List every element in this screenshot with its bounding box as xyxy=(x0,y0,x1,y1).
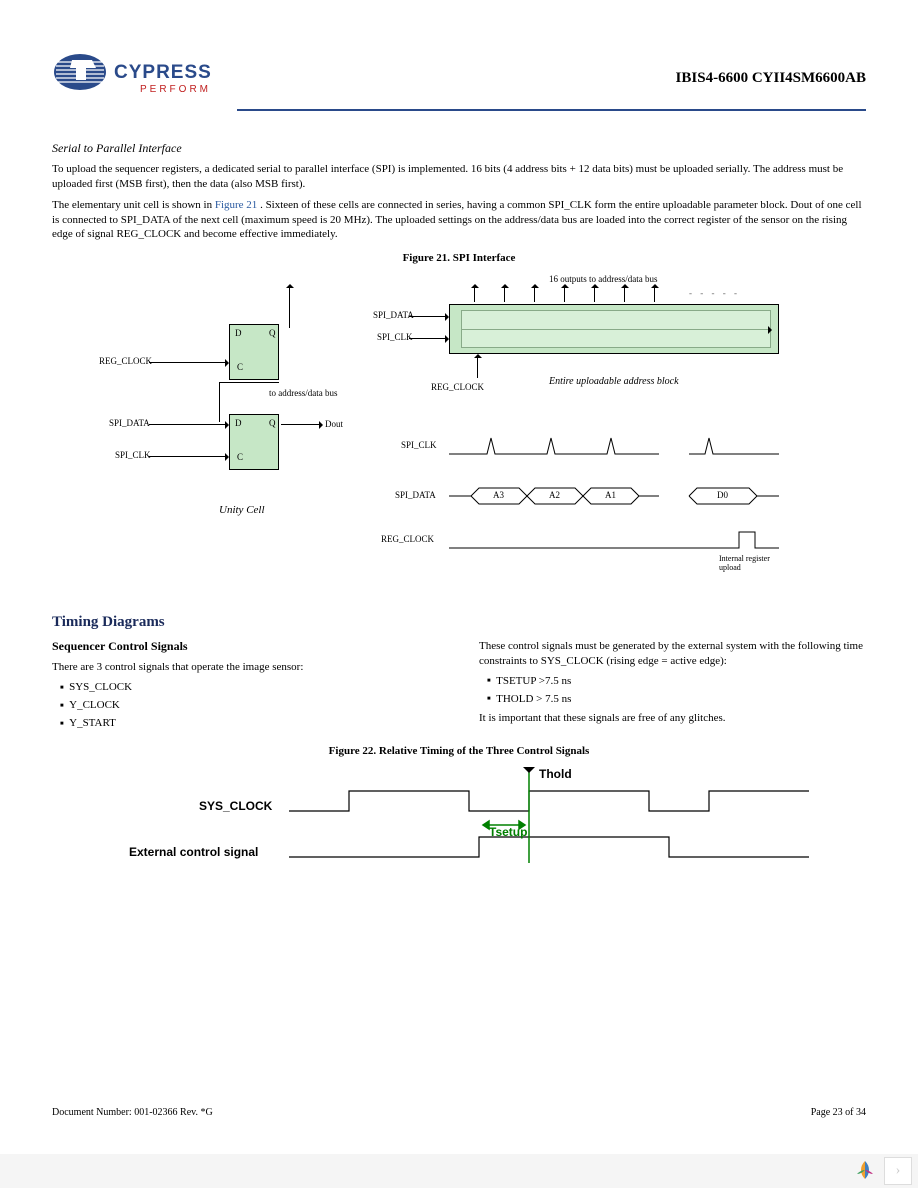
intro-text: There are 3 control signals that operate… xyxy=(52,660,439,675)
list-item: TSETUP >7.5 ns xyxy=(487,675,866,687)
app-icon[interactable] xyxy=(852,1157,878,1186)
figure-link[interactable]: Figure 21 xyxy=(215,199,257,211)
right-intro: These control signals must be generated … xyxy=(479,639,866,669)
header-rule xyxy=(237,109,866,111)
brand-logo: CYPRESS PERFORM xyxy=(52,50,232,103)
list-item: Y_CLOCK xyxy=(60,699,439,711)
next-page-button[interactable]: › xyxy=(884,1157,912,1185)
para-1: To upload the sequencer registers, a ded… xyxy=(52,162,866,192)
viewer-toolbar: › xyxy=(0,1154,918,1188)
figure21-caption: Figure 21. SPI Interface xyxy=(52,252,866,264)
two-column: Sequencer Control Signals There are 3 co… xyxy=(52,639,866,735)
subheading: Sequencer Control Signals xyxy=(52,639,439,654)
signals-list: SYS_CLOCK Y_CLOCK Y_START xyxy=(52,681,439,729)
doc-title: IBIS4-6600 CYII4SM6600AB xyxy=(676,70,866,87)
para-2: The elementary unit cell is shown in Fig… xyxy=(52,198,866,243)
svg-text:PERFORM: PERFORM xyxy=(140,84,211,95)
right-note: It is important that these signals are f… xyxy=(479,711,866,726)
timing-heading: Timing Diagrams xyxy=(52,614,866,631)
figure22-caption: Figure 22. Relative Timing of the Three … xyxy=(52,745,866,757)
list-item: THOLD > 7.5 ns xyxy=(487,693,866,705)
svg-text:CYPRESS: CYPRESS xyxy=(114,62,212,83)
figure22: SYS_CLOCK External control signal Thold … xyxy=(109,767,809,877)
page-footer: Document Number: 001-02366 Rev. *G Page … xyxy=(52,1107,866,1118)
figure21: D Q C D Q C REG_CLOCK SPI_DATA SPI_CLK D… xyxy=(79,274,839,594)
list-item: SYS_CLOCK xyxy=(60,681,439,693)
section-title: Serial to Parallel Interface xyxy=(52,141,866,156)
header: CYPRESS PERFORM IBIS4-6600 CYII4SM6600AB xyxy=(52,50,866,111)
page-number: Page 23 of 34 xyxy=(811,1107,866,1118)
doc-number: Document Number: 001-02366 Rev. *G xyxy=(52,1107,213,1118)
constraints-list: TSETUP >7.5 ns THOLD > 7.5 ns xyxy=(479,675,866,705)
list-item: Y_START xyxy=(60,717,439,729)
